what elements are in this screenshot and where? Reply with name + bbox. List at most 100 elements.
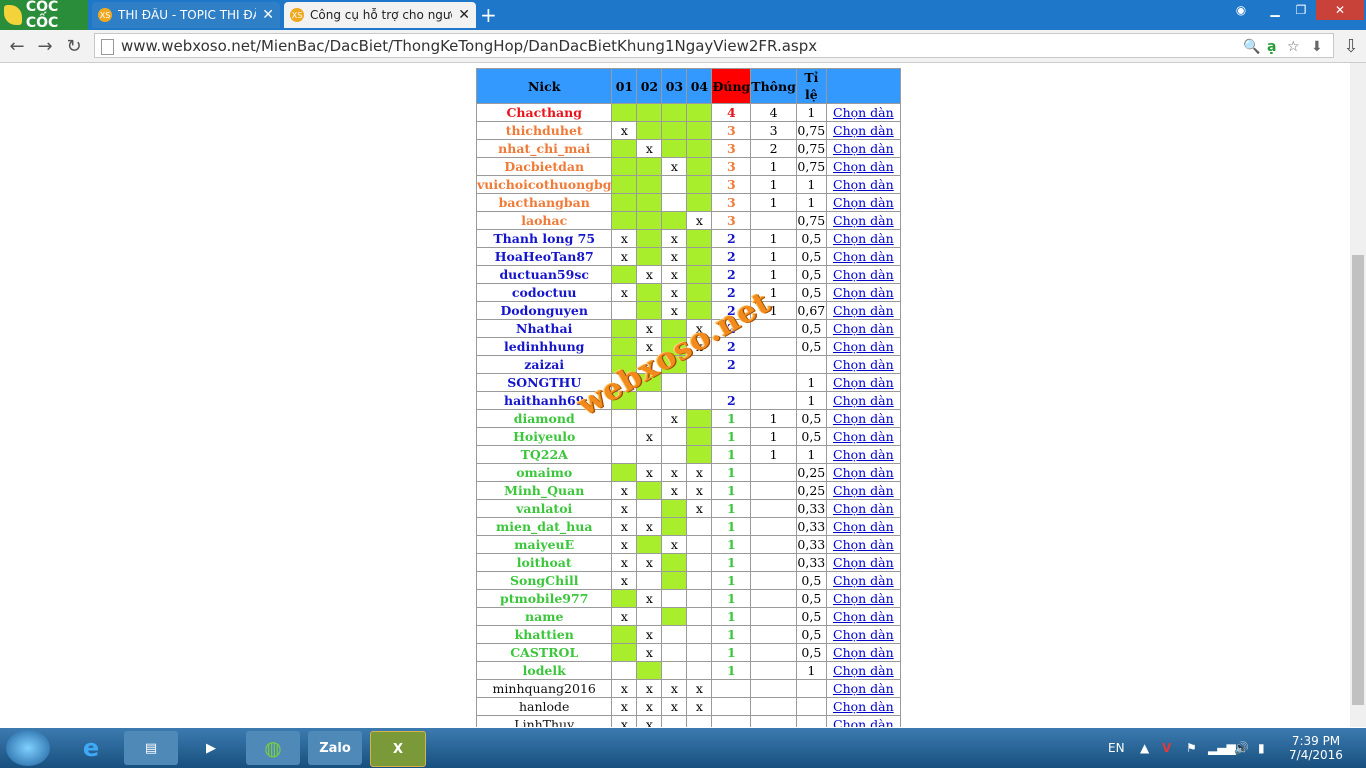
chon-dan-link[interactable]: Chọn dàn — [833, 357, 894, 372]
address-bar[interactable]: www.webxoso.net/MienBac/DacBiet/ThongKeT… — [94, 33, 1334, 58]
clock[interactable]: 7:39 PM 7/4/2016 — [1286, 728, 1346, 768]
maximize-icon[interactable]: ❐ — [1288, 0, 1314, 20]
mark-cell-04 — [686, 175, 713, 194]
minimize-icon[interactable]: ▁ — [1262, 0, 1288, 20]
chon-dan-link[interactable]: Chọn dàn — [833, 141, 894, 156]
chon-dan-link[interactable]: Chọn dàn — [833, 591, 894, 606]
chon-dan-link[interactable]: Chọn dàn — [833, 321, 894, 336]
chon-dan-link[interactable]: Chọn dàn — [833, 195, 894, 210]
action-center-flag-icon[interactable]: ⚑ — [1186, 728, 1197, 768]
mark-cell-01: x — [611, 517, 638, 536]
mark-cell-03: x — [661, 283, 688, 302]
mark-cell-02: x — [636, 139, 663, 158]
language-indicator[interactable]: EN — [1108, 728, 1125, 768]
close-window-icon[interactable]: ✕ — [1316, 0, 1364, 20]
zoom-icon[interactable]: 🔍 — [1243, 39, 1260, 55]
network-icon[interactable]: ▂▄▆ — [1208, 728, 1236, 768]
mark-cell-03: x — [661, 409, 688, 428]
chon-dan-link[interactable]: Chọn dàn — [833, 717, 894, 727]
mark-cell-02: x — [636, 625, 663, 644]
chon-dan-link[interactable]: Chọn dàn — [833, 627, 894, 642]
tile-cell: 0,75 — [795, 211, 827, 230]
download-page-icon[interactable]: ⬇ — [1311, 39, 1323, 55]
chon-dan-link[interactable]: Chọn dàn — [833, 645, 894, 660]
chon-dan-link[interactable]: Chọn dàn — [833, 267, 894, 282]
scrollbar-thumb[interactable] — [1352, 255, 1364, 705]
unikey-icon[interactable]: V — [1162, 728, 1171, 768]
chon-dan-link[interactable]: Chọn dàn — [833, 519, 894, 534]
chon-dan-link[interactable]: Chọn dàn — [833, 231, 894, 246]
excel-icon[interactable]: X — [370, 731, 426, 767]
chon-dan-link[interactable]: Chọn dàn — [833, 429, 894, 444]
mark-cell-01: x — [611, 283, 638, 302]
vietnamese-input-icon[interactable]: ạ — [1267, 39, 1276, 55]
mark-cell-02 — [636, 607, 663, 626]
mark-cell-01: x — [611, 499, 638, 518]
table-row: name x 1 0,5 Chọn dàn — [475, 607, 901, 626]
chon-dan-link[interactable]: Chọn dàn — [833, 249, 894, 264]
chon-dan-link[interactable]: Chọn dàn — [833, 213, 894, 228]
mark-cell-03: x — [661, 229, 688, 248]
forward-icon[interactable]: → — [34, 35, 56, 57]
chon-dan-link[interactable]: Chọn dàn — [833, 537, 894, 552]
mark-cell-02: x — [636, 679, 663, 698]
reload-icon[interactable]: ↻ — [63, 35, 85, 57]
chon-dan-link[interactable]: Chọn dàn — [833, 411, 894, 426]
chon-dan-link[interactable]: Chọn dàn — [833, 483, 894, 498]
chon-dan-link[interactable]: Chọn dàn — [833, 105, 894, 120]
chon-dan-link[interactable]: Chọn dàn — [833, 663, 894, 678]
table-row: ptmobile977 x 1 0,5 Chọn dàn — [475, 589, 901, 608]
chon-dan-link[interactable]: Chọn dàn — [833, 303, 894, 318]
nick-cell: maiyeuE — [475, 535, 613, 554]
close-tab-icon[interactable]: ✕ — [458, 7, 470, 23]
downloads-icon[interactable]: ⇩ — [1340, 35, 1362, 57]
back-icon[interactable]: ← — [6, 35, 28, 57]
coccoc-taskbar-icon[interactable]: ◍ — [246, 731, 300, 765]
chon-dan-link[interactable]: Chọn dàn — [833, 339, 894, 354]
chon-dan-link[interactable]: Chọn dàn — [833, 285, 894, 300]
chon-dan-link[interactable]: Chọn dàn — [833, 375, 894, 390]
internet-explorer-icon[interactable]: e — [64, 731, 118, 765]
table-row: Chacthang 4 4 1 Chọn dàn — [475, 103, 901, 122]
table-row: Minh_Quan x x x 1 0,25 Chọn dàn — [475, 481, 901, 500]
volume-icon[interactable]: 🔊 — [1234, 728, 1249, 768]
mark-cell-01: x — [611, 715, 638, 727]
chon-dan-link[interactable]: Chọn dàn — [833, 123, 894, 138]
mark-cell-02 — [636, 661, 663, 680]
thong-cell — [750, 589, 797, 608]
battery-icon[interactable]: ▮ — [1258, 728, 1265, 768]
mark-cell-01 — [611, 265, 638, 284]
chon-dan-link[interactable]: Chọn dàn — [833, 555, 894, 570]
coccoc-brand[interactable]: CỐC CỐC — [0, 0, 88, 31]
bookmark-star-icon[interactable]: ☆ — [1287, 39, 1300, 55]
zalo-icon[interactable]: Zalo — [308, 731, 362, 765]
chon-dan-link[interactable]: Chọn dàn — [833, 699, 894, 714]
chon-dan-link[interactable]: Chọn dàn — [833, 465, 894, 480]
chon-dan-link[interactable]: Chọn dàn — [833, 573, 894, 588]
chon-dan-link[interactable]: Chọn dàn — [833, 177, 894, 192]
user-icon[interactable]: ◉ — [1228, 0, 1254, 20]
dung-cell: 2 — [711, 355, 752, 374]
file-explorer-icon[interactable]: ▤ — [124, 731, 178, 765]
header-01: 01 — [611, 68, 638, 104]
nick-cell: bacthangban — [475, 193, 613, 212]
mark-cell-01 — [611, 211, 638, 230]
tile-cell: 0,5 — [795, 337, 827, 356]
chon-dan-link[interactable]: Chọn dàn — [833, 501, 894, 516]
tab-thi-dau[interactable]: XS THI ĐẤU - TOPIC THI ĐẤU ✕ — [92, 2, 280, 28]
chon-dan-link[interactable]: Chọn dàn — [833, 447, 894, 462]
mark-cell-04: x — [686, 697, 713, 716]
new-tab-icon[interactable]: + — [480, 3, 497, 27]
close-tab-icon[interactable]: ✕ — [262, 7, 274, 23]
start-button[interactable] — [6, 730, 50, 766]
mark-cell-01: x — [611, 697, 638, 716]
tab-cong-cu[interactable]: XS Công cụ hỗ trợ cho người ✕ — [284, 2, 476, 28]
chon-dan-link[interactable]: Chọn dàn — [833, 609, 894, 624]
chon-dan-link[interactable]: Chọn dàn — [833, 159, 894, 174]
chon-dan-link[interactable]: Chọn dàn — [833, 393, 894, 408]
show-hidden-icons-icon[interactable]: ▲ — [1140, 728, 1149, 768]
media-player-icon[interactable]: ▶ — [184, 731, 238, 765]
chon-dan-link[interactable]: Chọn dàn — [833, 681, 894, 696]
chon-cell: Chọn dàn — [825, 535, 901, 554]
clock-time: 7:39 PM — [1291, 734, 1341, 748]
